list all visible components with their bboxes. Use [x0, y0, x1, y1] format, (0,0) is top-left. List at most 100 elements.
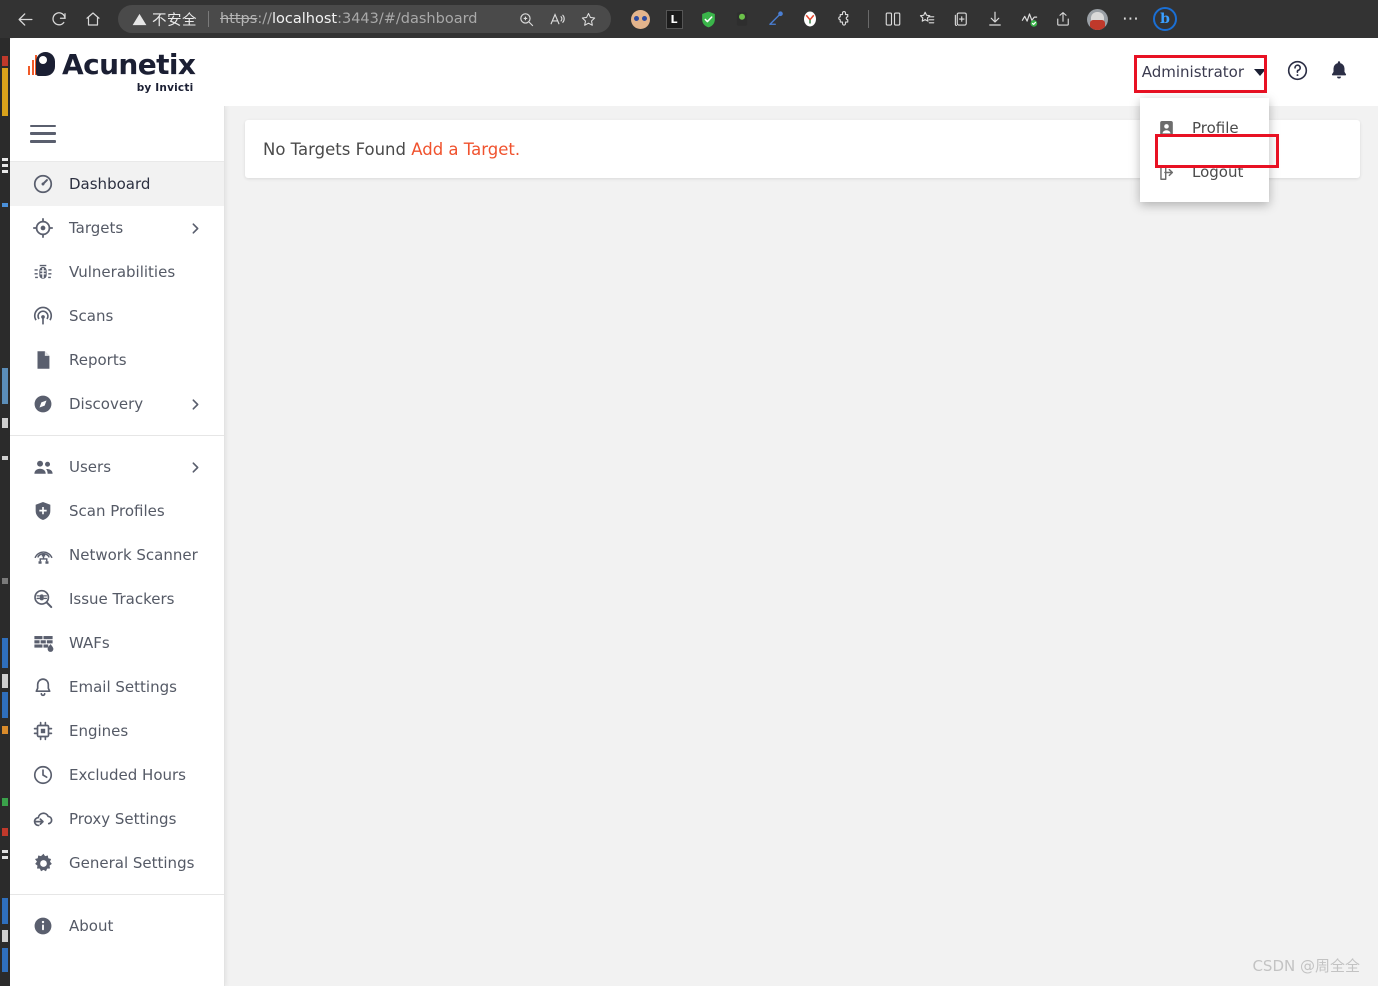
browser-toolbar: 不安全 https://localhost:3443/#/dashboard L [0, 0, 1378, 38]
settings-more-icon[interactable]: ⋯ [1116, 4, 1146, 34]
period: . [514, 139, 521, 159]
sidebar-item-excluded-hours-label: Excluded Hours [69, 766, 186, 784]
share-icon[interactable] [1048, 4, 1078, 34]
back-button[interactable] [8, 4, 42, 34]
address-divider [208, 11, 209, 27]
collections-icon[interactable] [946, 4, 976, 34]
cloud-arrow-icon [30, 806, 56, 832]
document-icon [30, 347, 56, 373]
url-text: https://localhost:3443/#/dashboard [220, 11, 478, 27]
app-header: Acunetix by Invicti Administrator [8, 38, 1378, 106]
sidebar-group-about: About [8, 904, 224, 948]
url-host: localhost [271, 11, 338, 27]
hamburger-menu-icon[interactable] [30, 124, 56, 143]
sidebar-item-scans[interactable]: Scans [8, 294, 224, 338]
sidebar-item-wafs[interactable]: WAFs [8, 621, 224, 665]
bell-icon [1328, 59, 1350, 85]
no-targets-text: No Targets Found [263, 139, 406, 159]
cpu-chip-icon [30, 718, 56, 744]
sidebar-item-proxy-settings-label: Proxy Settings [69, 810, 177, 828]
help-circle-icon [1286, 59, 1309, 86]
sidebar-item-general-settings[interactable]: General Settings [8, 841, 224, 885]
sidebar-item-excluded-hours[interactable]: Excluded Hours [8, 753, 224, 797]
sidebar-item-scan-profiles[interactable]: Scan Profiles [8, 489, 224, 533]
sidebar-item-proxy-settings[interactable]: Proxy Settings [8, 797, 224, 841]
sidebar-item-email-settings[interactable]: Email Settings [8, 665, 224, 709]
help-button[interactable] [1276, 51, 1318, 93]
sidebar-item-vulnerabilities[interactable]: Vulnerabilities [8, 250, 224, 294]
sidebar-item-scan-profiles-label: Scan Profiles [69, 502, 165, 520]
acunetix-logo[interactable]: Acunetix by Invicti [28, 47, 196, 94]
sidebar-group-config: Users Scan Profiles Network Scanner Issu… [8, 445, 224, 885]
sidebar-item-issue-trackers-label: Issue Trackers [69, 590, 175, 608]
sidebar-item-dashboard-label: Dashboard [69, 175, 151, 193]
logout-arrow-icon [1156, 162, 1176, 182]
sidebar-item-wafs-label: WAFs [69, 634, 110, 652]
sidebar-item-targets-label: Targets [69, 219, 124, 237]
crosshair-target-icon [30, 215, 56, 241]
home-button[interactable] [76, 4, 110, 34]
gear-icon [30, 850, 56, 876]
yandex-extension-icon[interactable] [795, 4, 825, 34]
no-targets-message: No Targets Found Add a Target. [263, 140, 520, 159]
user-menu-button[interactable]: Administrator [1132, 57, 1276, 87]
magnifier-bug-icon [30, 586, 56, 612]
menu-item-profile-label: Profile [1192, 119, 1239, 137]
menu-item-profile[interactable]: Profile [1140, 106, 1269, 150]
header-actions: Administrator [1132, 51, 1360, 93]
sidebar-item-scans-label: Scans [69, 307, 114, 325]
chevron-right-icon [189, 222, 202, 235]
profile-avatar[interactable] [1082, 4, 1112, 34]
back-arrow-icon [16, 10, 35, 29]
brand-name: Acunetix [62, 47, 196, 81]
sidebar-item-dashboard[interactable]: Dashboard [8, 162, 224, 206]
bing-copilot-icon[interactable]: b [1150, 4, 1180, 34]
split-screen-icon[interactable] [878, 4, 908, 34]
reload-button[interactable] [42, 4, 76, 34]
chevron-right-icon [189, 398, 202, 411]
lastpass-extension-icon[interactable]: L [659, 4, 689, 34]
menu-item-logout[interactable]: Logout [1140, 150, 1269, 194]
sidebar-item-discovery[interactable]: Discovery [8, 382, 224, 426]
notifications-button[interactable] [1318, 51, 1360, 93]
analytics-extension-icon[interactable] [761, 4, 791, 34]
add-a-target-link[interactable]: Add a Target [411, 140, 515, 159]
info-circle-icon [30, 913, 56, 939]
app-body: Dashboard Targets Vulnerabilities Scans … [8, 106, 1378, 986]
firewall-brick-icon [30, 630, 56, 656]
user-name-label: Administrator [1141, 63, 1244, 81]
zoom-in-icon[interactable] [518, 11, 535, 28]
bug-icon [30, 259, 56, 285]
url-path: :3443/#/dashboard [337, 11, 478, 27]
speedometer-icon [30, 171, 56, 197]
sidebar-item-users-label: Users [69, 458, 112, 476]
url-separator: :// [257, 11, 272, 27]
add-favorite-icon[interactable] [580, 11, 597, 28]
read-aloud-icon[interactable] [549, 11, 566, 28]
sidebar-item-general-settings-label: General Settings [69, 854, 195, 872]
adblock-shield-icon[interactable] [693, 4, 723, 34]
sidebar-item-issue-trackers[interactable]: Issue Trackers [8, 577, 224, 621]
sidebar-item-users[interactable]: Users [8, 445, 224, 489]
user-script-icon[interactable] [727, 4, 757, 34]
not-secure-label: 不安全 [152, 12, 197, 29]
sidebar-item-reports-label: Reports [69, 351, 127, 369]
sidebar-item-engines[interactable]: Engines [8, 709, 224, 753]
home-icon [84, 10, 102, 28]
chevron-right-icon [189, 461, 202, 474]
toolbar-divider [868, 10, 869, 28]
browser-essentials-icon[interactable] [1014, 4, 1044, 34]
sidebar-item-about[interactable]: About [8, 904, 224, 948]
compass-icon [30, 391, 56, 417]
sidebar-item-network-scanner[interactable]: Network Scanner [8, 533, 224, 577]
chevron-down-icon [1254, 68, 1266, 76]
sidebar-item-reports[interactable]: Reports [8, 338, 224, 382]
address-bar[interactable]: 不安全 https://localhost:3443/#/dashboard [118, 5, 611, 33]
menu-item-logout-label: Logout [1192, 163, 1244, 181]
monkey-extension-icon[interactable] [625, 4, 655, 34]
puzzle-extensions-icon[interactable] [829, 4, 859, 34]
downloads-icon[interactable] [980, 4, 1010, 34]
acunetix-app: Acunetix by Invicti Administrator Profil… [8, 38, 1378, 986]
favorites-list-icon[interactable] [912, 4, 942, 34]
sidebar-item-targets[interactable]: Targets [8, 206, 224, 250]
